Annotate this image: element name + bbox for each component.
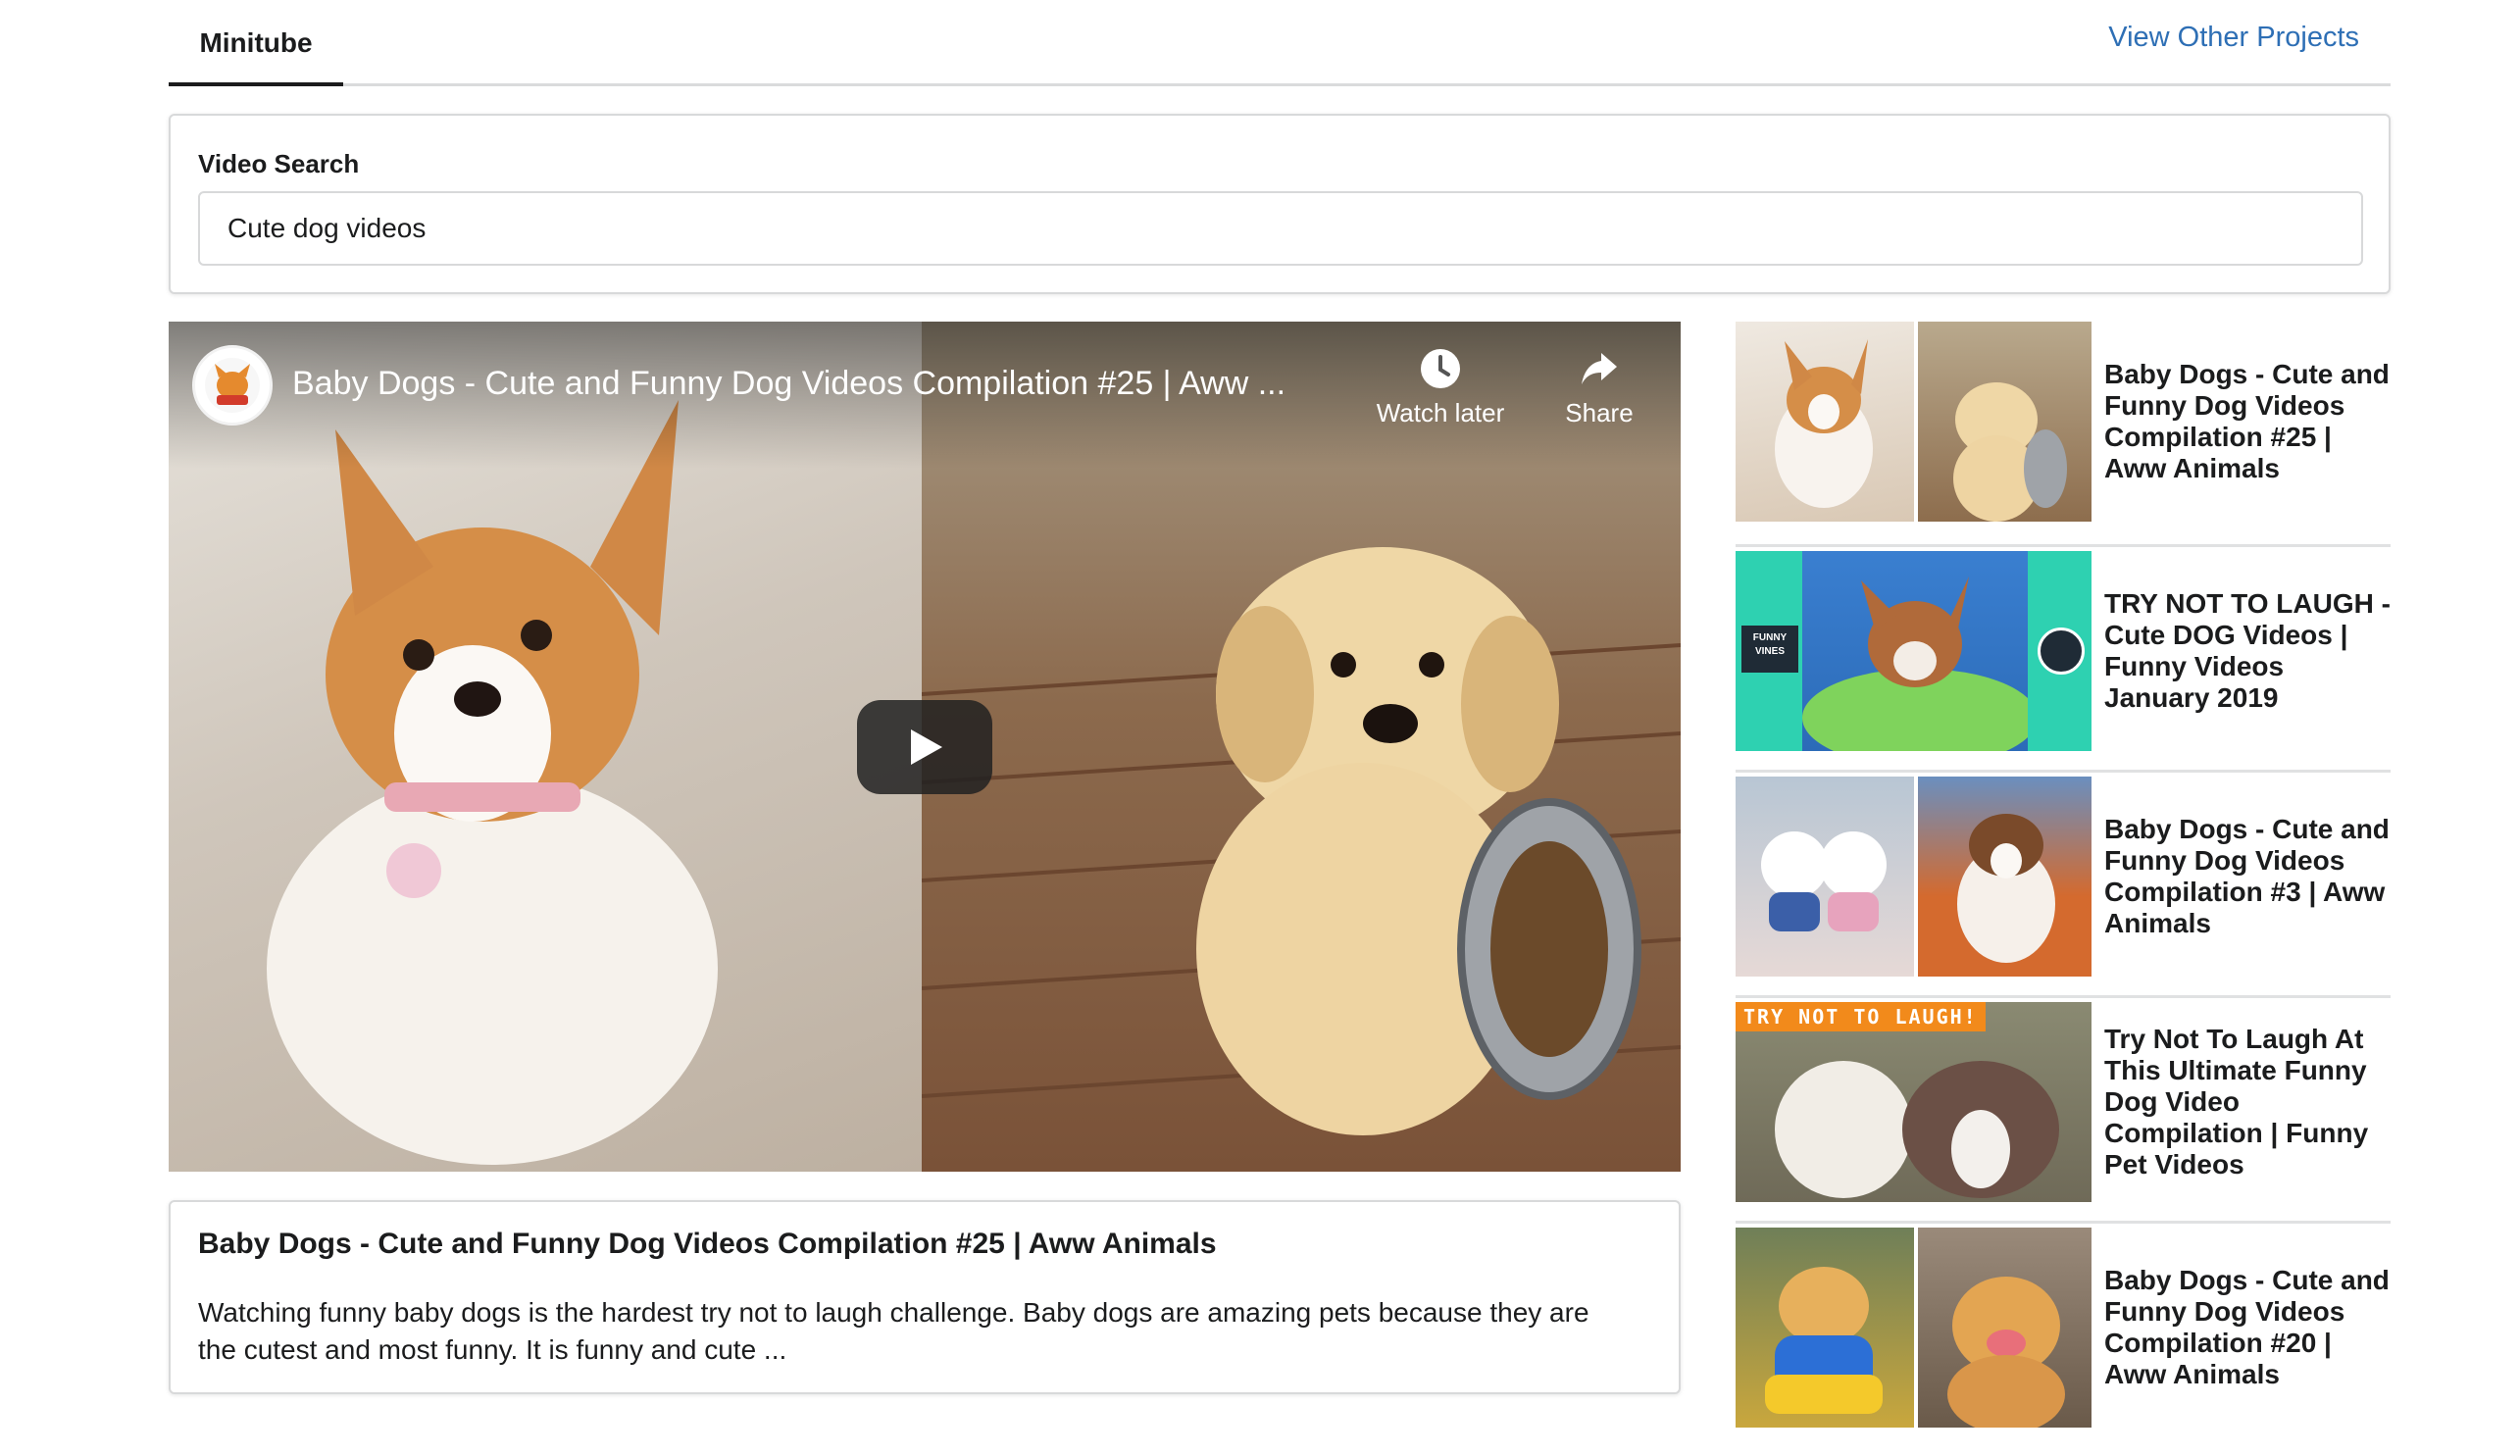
channel-badge-icon [2038,628,2085,675]
video-thumbnail[interactable] [1736,322,2092,522]
video-thumbnail[interactable] [1736,1228,2092,1428]
video-list-item-title: Baby Dogs - Cute and Funny Dog Videos Co… [2104,359,2390,483]
channel-avatar[interactable] [192,345,273,426]
play-button[interactable] [857,700,992,794]
video-list-item-title: Baby Dogs - Cute and Funny Dog Videos Co… [2104,1265,2390,1389]
video-detail-title: Baby Dogs - Cute and Funny Dog Videos Co… [198,1228,1217,1260]
video-thumbnail[interactable] [1736,777,2092,977]
video-thumbnail[interactable]: FUNNY VINES [1736,551,2092,751]
top-menu: Minitube View Other Projects [169,0,2391,86]
share-label: Share [1565,398,1634,427]
video-list-item[interactable]: Baby Dogs - Cute and Funny Dog Videos Co… [1736,1224,2391,1449]
video-list-item-title: Try Not To Laugh At This Ultimate Funny … [2104,1024,2369,1180]
view-other-projects-link[interactable]: View Other Projects [2108,22,2359,54]
video-list-item[interactable]: TRY NOT TO LAUGH! Try Not To Laugh At Th… [1736,998,2391,1224]
video-list-item-title: Baby Dogs - Cute and Funny Dog Videos Co… [2104,814,2390,938]
video-player[interactable]: Baby Dogs - Cute and Funny Dog Videos Co… [169,322,1681,1172]
video-list-item-title: TRY NOT TO LAUGH - Cute DOG Videos | Fun… [2104,588,2391,713]
clock-icon [1421,349,1460,388]
video-detail-card: Baby Dogs - Cute and Funny Dog Videos Co… [169,1200,1681,1394]
video-list-item[interactable]: Baby Dogs - Cute and Funny Dog Videos Co… [1736,322,2391,547]
player-video-title[interactable]: Baby Dogs - Cute and Funny Dog Videos Co… [292,365,1285,403]
video-search-input[interactable] [198,191,2363,266]
channel-logo-icon [205,358,260,413]
try-not-to-laugh-banner: TRY NOT TO LAUGH! [1736,1002,1986,1031]
play-icon [911,729,942,765]
video-list-item[interactable]: FUNNY VINES TRY NOT TO LAUGH - Cute DOG … [1736,547,2391,773]
watch-later-button[interactable]: Watch later [1367,347,1514,428]
search-card: Video Search [169,114,2391,294]
share-button[interactable]: Share [1526,347,1673,428]
share-arrow-icon [1582,353,1617,384]
video-list: Baby Dogs - Cute and Funny Dog Videos Co… [1736,322,2391,1449]
watch-later-label: Watch later [1376,398,1505,427]
video-detail-description: Watching funny baby dogs is the hardest … [198,1297,1589,1365]
video-search-label: Video Search [198,149,360,178]
tab-minitube-label: Minitube [199,27,313,58]
tab-minitube[interactable]: Minitube [169,0,343,86]
funny-vines-badge: FUNNY VINES [1741,626,1798,673]
video-list-item[interactable]: Baby Dogs - Cute and Funny Dog Videos Co… [1736,773,2391,998]
video-thumbnail[interactable]: TRY NOT TO LAUGH! [1736,1002,2092,1202]
